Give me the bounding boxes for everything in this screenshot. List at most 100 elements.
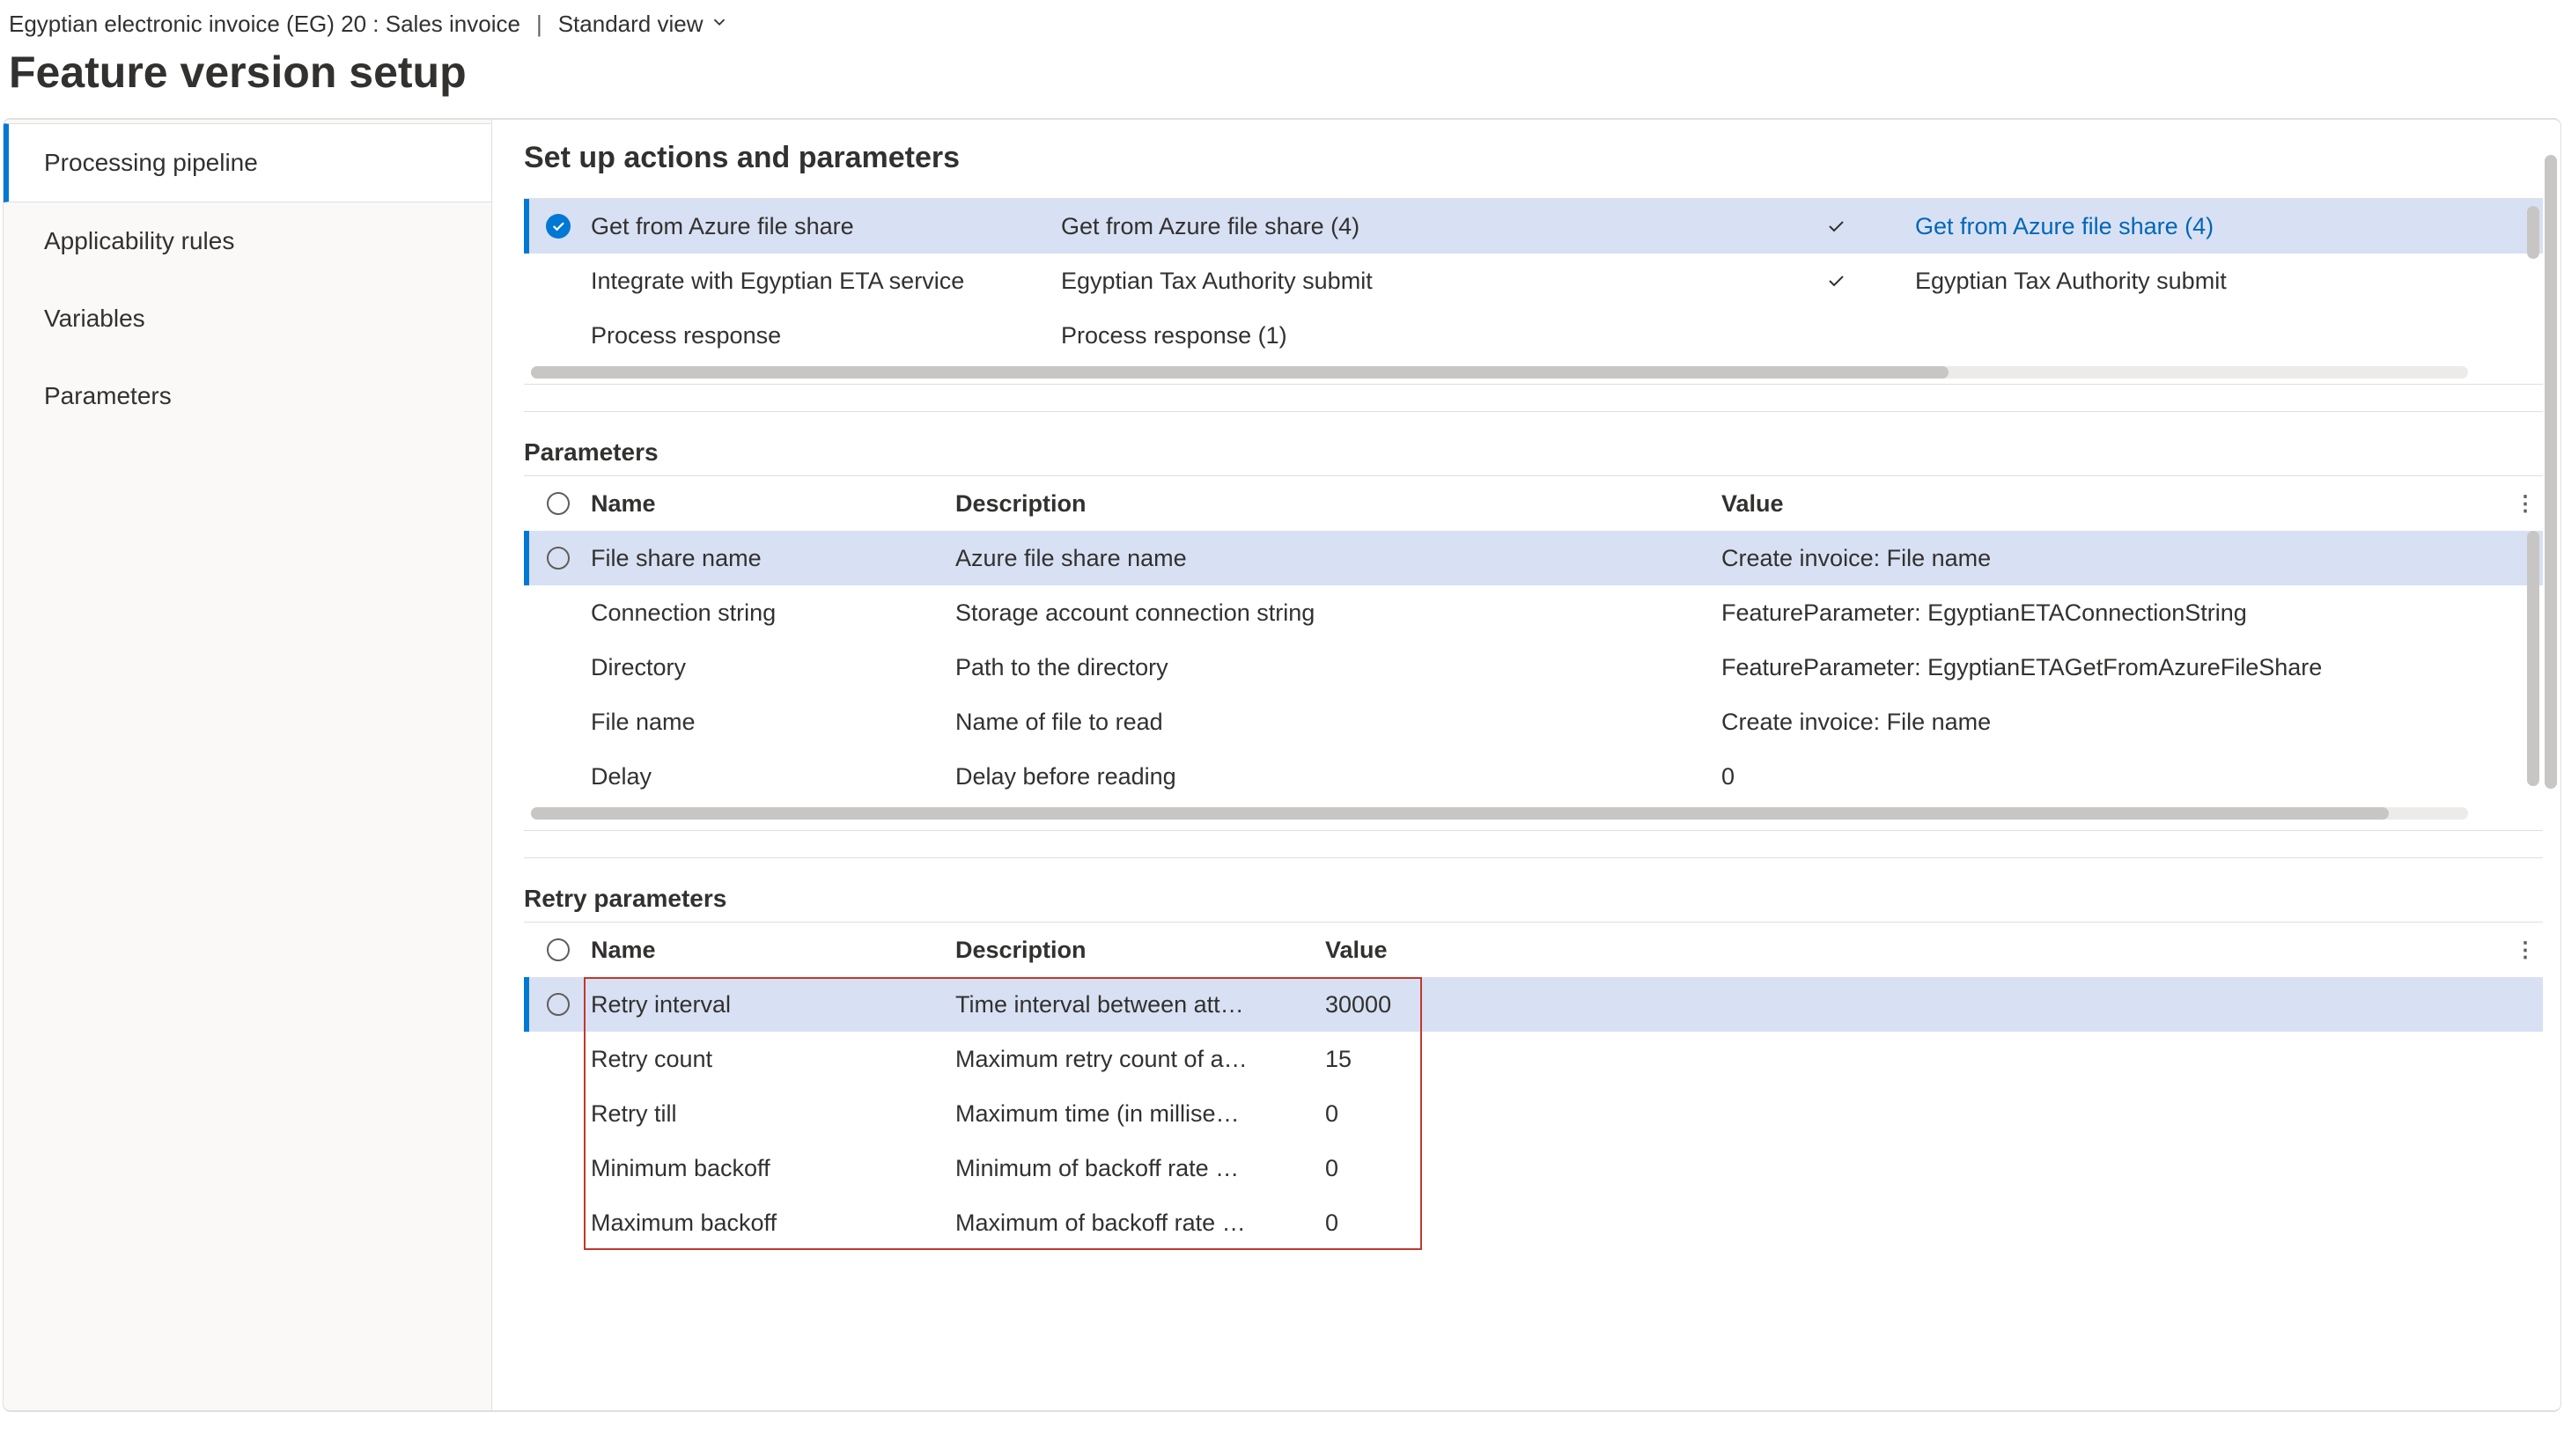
retry-value: 15 xyxy=(1325,1046,1413,1073)
retry-name: Maximum backoff xyxy=(586,1210,955,1237)
retry-value: 0 xyxy=(1325,1210,1413,1237)
col-description[interactable]: Description xyxy=(955,937,1325,964)
sidebar-item-processing-pipeline[interactable]: Processing pipeline xyxy=(4,123,491,202)
param-name: Connection string xyxy=(586,599,955,627)
param-value: FeatureParameter: EgyptianETAConnectionS… xyxy=(1721,599,2508,627)
parameters-horizontal-scrollthumb[interactable] xyxy=(531,807,2389,820)
header-bar: Egyptian electronic invoice (EG) 20 : Sa… xyxy=(0,0,2564,41)
retry-name: Retry count xyxy=(586,1046,955,1073)
sidebar: Processing pipeline Applicability rules … xyxy=(4,120,492,1410)
retry-value: 30000 xyxy=(1325,991,1413,1018)
action-name: Process response xyxy=(586,322,1061,349)
action-detail: Egyptian Tax Authority submit xyxy=(1061,268,1757,295)
actions-row[interactable]: Process response Process response (1) xyxy=(524,308,2543,363)
actions-row[interactable]: Get from Azure file share Get from Azure… xyxy=(524,199,2543,254)
column-options-icon[interactable]: ⋮ xyxy=(2508,491,2543,517)
retry-row[interactable]: Maximum backoff Maximum of backoff rate … xyxy=(524,1195,2543,1250)
parameters-horizontal-scrollbar[interactable] xyxy=(531,807,2468,820)
col-value[interactable]: Value xyxy=(1721,490,2508,518)
parameters-row[interactable]: Directory Path to the directory FeatureP… xyxy=(524,640,2543,695)
param-description: Path to the directory xyxy=(955,654,1721,681)
retry-name: Retry interval xyxy=(586,991,955,1018)
select-all[interactable] xyxy=(531,938,586,961)
retry-description: Maximum of backoff rate … xyxy=(955,1210,1325,1237)
actions-horizontal-scrollbar[interactable] xyxy=(531,366,2468,379)
breadcrumb: Egyptian electronic invoice (EG) 20 : Sa… xyxy=(9,11,520,38)
col-name[interactable]: Name xyxy=(586,490,955,518)
param-name: File share name xyxy=(586,545,955,572)
action-name: Get from Azure file share xyxy=(586,213,1061,240)
param-value: Create invoice: File name xyxy=(1721,709,2508,736)
section-title-parameters: Parameters xyxy=(524,438,2543,467)
main-vertical-scrollthumb[interactable] xyxy=(2545,155,2557,789)
parameters-vertical-scrollthumb[interactable] xyxy=(2527,531,2539,786)
action-detail: Process response (1) xyxy=(1061,322,1757,349)
sidebar-item-label: Applicability rules xyxy=(44,227,234,254)
action-link[interactable]: Get from Azure file share (4) xyxy=(1915,213,2543,240)
sidebar-item-variables[interactable]: Variables xyxy=(4,280,491,357)
row-select[interactable] xyxy=(531,993,586,1016)
row-select[interactable] xyxy=(531,214,586,239)
retry-name: Minimum backoff xyxy=(586,1155,955,1182)
main-vertical-scrollbar[interactable] xyxy=(2545,155,2557,1387)
sidebar-item-applicability-rules[interactable]: Applicability rules xyxy=(4,202,491,280)
section-title-retry: Retry parameters xyxy=(524,885,2543,913)
selected-check-icon xyxy=(546,214,571,239)
action-link[interactable]: Egyptian Tax Authority submit xyxy=(1915,268,2543,295)
chevron-down-icon xyxy=(710,11,729,38)
param-value: Create invoice: File name xyxy=(1721,545,2508,572)
actions-horizontal-scrollthumb[interactable] xyxy=(531,366,1949,379)
retry-value: 0 xyxy=(1325,1100,1413,1128)
section-title-actions: Set up actions and parameters xyxy=(524,141,2543,175)
select-all[interactable] xyxy=(531,492,586,515)
col-value[interactable]: Value xyxy=(1325,937,1413,964)
retry-row[interactable]: Retry interval Time interval between att… xyxy=(524,977,2543,1032)
view-label: Standard view xyxy=(558,11,704,38)
parameters-vertical-scrollbar[interactable] xyxy=(2527,531,2539,857)
retry-row[interactable]: Retry count Maximum retry count of a… 15 xyxy=(524,1032,2543,1086)
column-options-icon[interactable]: ⋮ xyxy=(2508,938,2543,963)
view-selector[interactable]: Standard view xyxy=(558,11,730,38)
actions-vertical-scrollbar[interactable] xyxy=(2527,206,2539,364)
parameters-row[interactable]: Delay Delay before reading 0 xyxy=(524,749,2543,804)
action-detail: Get from Azure file share (4) xyxy=(1061,213,1757,240)
param-name: Delay xyxy=(586,763,955,791)
action-enabled-icon xyxy=(1757,216,1915,237)
retry-description: Time interval between att… xyxy=(955,991,1325,1018)
retry-description: Maximum time (in millise… xyxy=(955,1100,1325,1128)
page-title: Feature version setup xyxy=(0,41,2564,119)
parameters-grid: Name Description Value ⋮ File share name… xyxy=(524,475,2543,831)
parameters-row[interactable]: File name Name of file to read Create in… xyxy=(524,695,2543,749)
action-enabled-icon xyxy=(1757,270,1915,291)
param-description: Delay before reading xyxy=(955,763,1721,791)
sidebar-item-label: Parameters xyxy=(44,382,172,409)
retry-row[interactable]: Minimum backoff Minimum of backoff rate … xyxy=(524,1141,2543,1195)
retry-description: Maximum retry count of a… xyxy=(955,1046,1325,1073)
retry-row[interactable]: Retry till Maximum time (in millise… 0 xyxy=(524,1086,2543,1141)
retry-name: Retry till xyxy=(586,1100,955,1128)
body-wrap: Processing pipeline Applicability rules … xyxy=(4,119,2560,1411)
col-description[interactable]: Description xyxy=(955,490,1721,518)
section-divider xyxy=(524,411,2543,412)
parameters-row[interactable]: Connection string Storage account connec… xyxy=(524,585,2543,640)
param-name: Directory xyxy=(586,654,955,681)
sidebar-item-label: Processing pipeline xyxy=(44,149,258,176)
parameters-header: Name Description Value ⋮ xyxy=(524,476,2543,531)
retry-value: 0 xyxy=(1325,1155,1413,1182)
section-divider xyxy=(524,857,2543,858)
param-value: 0 xyxy=(1721,763,2508,791)
sidebar-item-label: Variables xyxy=(44,305,145,332)
retry-header: Name Description Value ⋮ xyxy=(524,923,2543,977)
retry-grid: Name Description Value ⋮ Retry interval … xyxy=(524,922,2543,1250)
retry-description: Minimum of backoff rate … xyxy=(955,1155,1325,1182)
actions-vertical-scrollthumb[interactable] xyxy=(2527,206,2539,259)
param-description: Storage account connection string xyxy=(955,599,1721,627)
col-name[interactable]: Name xyxy=(586,937,955,964)
param-value: FeatureParameter: EgyptianETAGetFromAzur… xyxy=(1721,654,2508,681)
row-select[interactable] xyxy=(531,547,586,570)
param-description: Azure file share name xyxy=(955,545,1721,572)
actions-row[interactable]: Integrate with Egyptian ETA service Egyp… xyxy=(524,254,2543,308)
parameters-row[interactable]: File share name Azure file share name Cr… xyxy=(524,531,2543,585)
actions-grid: Get from Azure file share Get from Azure… xyxy=(524,198,2543,385)
sidebar-item-parameters[interactable]: Parameters xyxy=(4,357,491,435)
